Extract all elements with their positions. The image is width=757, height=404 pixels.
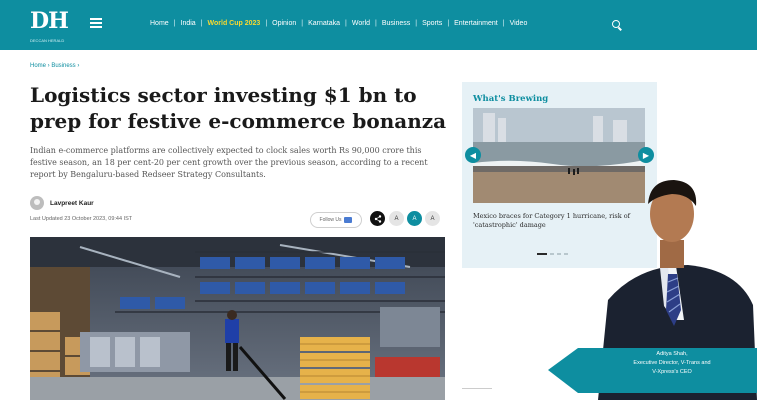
search-icon[interactable] <box>612 20 620 28</box>
google-news-icon <box>344 217 353 223</box>
nav-separator: | <box>265 20 268 27</box>
nav-separator: | <box>345 20 347 27</box>
ad-caption-line-2: Executive Director, V-Trans and <box>633 360 711 366</box>
nav-item-world[interactable]: World <box>352 20 370 27</box>
nav-item-business[interactable]: Business <box>382 20 410 27</box>
site-logo[interactable]: DH <box>30 8 69 34</box>
nav-separator: | <box>200 20 203 27</box>
site-logo-subtext: DECCAN HERALD <box>30 38 65 43</box>
advertisement-caption: Aditya Shah, Executive Director, V-Trans… <box>598 350 746 377</box>
share-button[interactable] <box>370 211 385 226</box>
article-hero-image <box>30 237 445 400</box>
nav-separator: | <box>447 20 450 27</box>
chevron-left-icon: ◀ <box>469 150 477 160</box>
author-name[interactable]: Lavpreet Kaur <box>50 200 94 207</box>
top-navigation-bar: DH DECCAN HERALD Home | India | World Cup 20… <box>0 0 757 50</box>
nav-item-world-cup-2023[interactable]: World Cup 2023 <box>208 20 261 27</box>
nav-item-opinion[interactable]: Opinion <box>272 20 296 27</box>
ad-caption-line-1: Aditya Shah, <box>656 351 688 357</box>
font-size-medium-button[interactable]: A <box>407 211 422 226</box>
main-nav: Home | India | World Cup 2023 | Opinion | Karnat… <box>150 20 527 27</box>
nav-separator: | <box>415 20 418 27</box>
carousel-dot[interactable] <box>537 253 547 255</box>
nav-separator: | <box>375 20 377 27</box>
article-summary: Indian e-commerce platforms are collecti… <box>30 146 428 179</box>
nav-separator: | <box>502 20 505 27</box>
carousel-next-button[interactable]: ▶ <box>638 147 654 163</box>
font-size-large-button[interactable]: A <box>425 211 440 226</box>
font-size-small-button[interactable]: A <box>389 211 404 226</box>
nav-separator: | <box>173 20 176 27</box>
divider <box>462 388 492 389</box>
whats-brewing-title: What's Brewing <box>473 94 549 104</box>
ad-caption-line-3: V-Xpress's CEO <box>652 369 692 375</box>
hamburger-menu-icon[interactable] <box>90 18 102 28</box>
nav-item-home[interactable]: Home <box>150 20 169 27</box>
nav-item-sports[interactable]: Sports <box>422 20 442 27</box>
article-headline: Logistics sector investing $1 bn to prep… <box>30 83 447 133</box>
follow-us-label: Follow Us <box>319 217 342 223</box>
carousel-prev-button[interactable]: ◀ <box>465 147 481 163</box>
nav-item-india[interactable]: India <box>181 20 196 27</box>
nav-item-karnataka[interactable]: Karnataka <box>308 20 340 27</box>
nav-item-video[interactable]: Video <box>510 20 528 27</box>
breadcrumb[interactable]: Home › Business › <box>30 63 79 69</box>
share-icon <box>374 214 381 223</box>
author-byline: Lavpreet Kaur <box>30 196 94 210</box>
last-updated-timestamp: Last Updated 23 October 2023, 09:44 IST <box>30 216 133 222</box>
follow-us-button[interactable]: Follow Us <box>310 212 362 228</box>
author-avatar <box>30 196 44 210</box>
nav-item-entertainment[interactable]: Entertainment <box>454 20 498 27</box>
chevron-right-icon: ▶ <box>642 150 650 160</box>
nav-separator: | <box>301 20 304 27</box>
